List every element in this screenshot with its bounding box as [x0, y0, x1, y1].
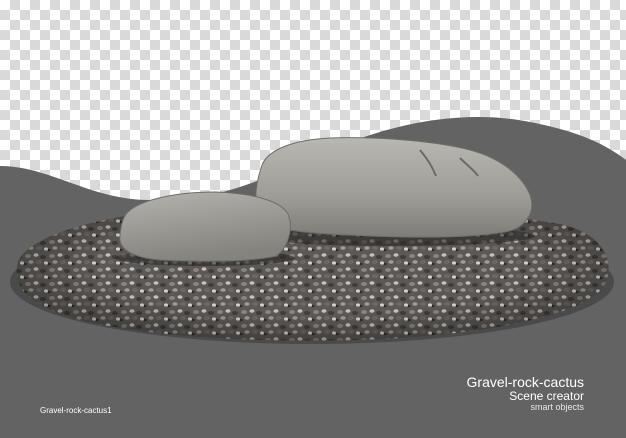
canvas: Gravel-rock-cactus Scene creator smart o… [0, 0, 626, 438]
scene-artwork [0, 117, 626, 438]
caption-subtitle: Scene creator [509, 389, 584, 403]
caption-tagline: smart objects [530, 402, 584, 412]
caption-title: Gravel-rock-cactus [466, 374, 584, 390]
file-label: Gravel-rock-cactus1 [40, 406, 112, 415]
small-rock [119, 191, 291, 262]
